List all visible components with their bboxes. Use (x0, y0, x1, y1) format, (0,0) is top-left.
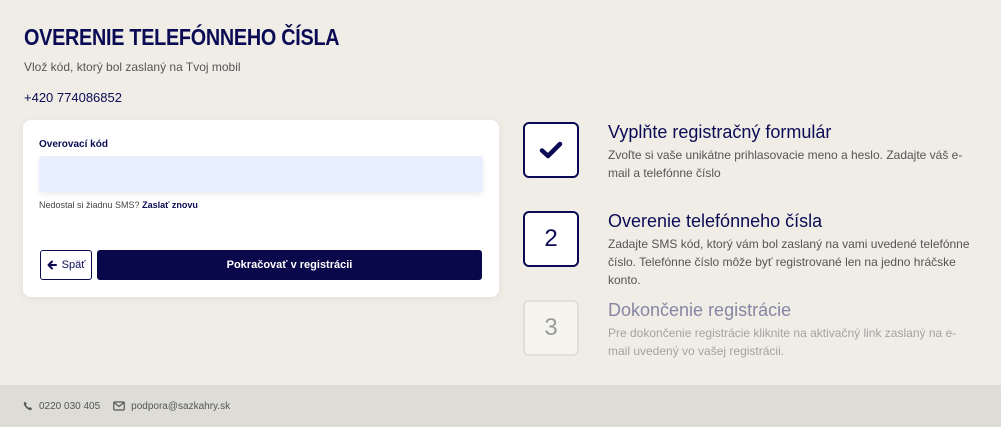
step-3-description: Pre dokončenie registrácie kliknite na a… (608, 326, 957, 358)
footer-email-text: podpora@sazkahry.sk (131, 400, 231, 412)
resend-sms-link[interactable]: Zaslať znovu (142, 200, 198, 210)
page-subtitle: Vlož kód, ktorý bol zaslaný na Tvoj mobi… (24, 60, 241, 74)
step-1-title: Vyplňte registračný formulár (608, 122, 832, 142)
phone-number: +420 774086852 (24, 90, 122, 105)
footer: 0220 030 405 podpora@sazkahry.sk (0, 385, 1001, 427)
back-button-label: Späť (61, 259, 86, 271)
step-1-description: Zvoľte si vaše unikátne prihlasovacie me… (608, 148, 963, 180)
step-3-marker: 3 (523, 300, 579, 356)
back-button[interactable]: Späť (40, 250, 92, 280)
step-2-marker: 2 (523, 211, 579, 267)
arrow-left-icon (47, 260, 57, 270)
verification-card: Overovací kód Nedostal si žiadnu SMS? Za… (23, 120, 499, 297)
page-title: OVERENIE TELEFÓNNEHO ČÍSLA (24, 24, 340, 50)
footer-phone-text: 0220 030 405 (39, 400, 101, 412)
continue-registration-button[interactable]: Pokračovať v registrácii (97, 250, 482, 280)
step-2-title: Overenie telefónneho čísla (608, 211, 823, 231)
continue-button-label: Pokračovať v registrácii (226, 259, 353, 271)
envelope-icon (113, 401, 126, 411)
code-label: Overovací kód (39, 139, 108, 150)
no-sms-text: Nedostal si žiadnu SMS? (39, 200, 140, 210)
verification-code-input[interactable] (39, 156, 483, 192)
resend-sms-line: Nedostal si žiadnu SMS? Zaslať znovu (39, 200, 198, 210)
step-3-title: Dokončenie registrácie (608, 300, 792, 320)
phone-icon (23, 401, 32, 411)
checkmark-icon (539, 141, 563, 159)
footer-phone[interactable]: 0220 030 405 (23, 401, 100, 412)
step-2-description: Zadajte SMS kód, ktorý vám bol zaslaný n… (608, 237, 970, 287)
footer-email[interactable]: podpora@sazkahry.sk (113, 401, 230, 412)
step-1-marker (523, 122, 579, 178)
